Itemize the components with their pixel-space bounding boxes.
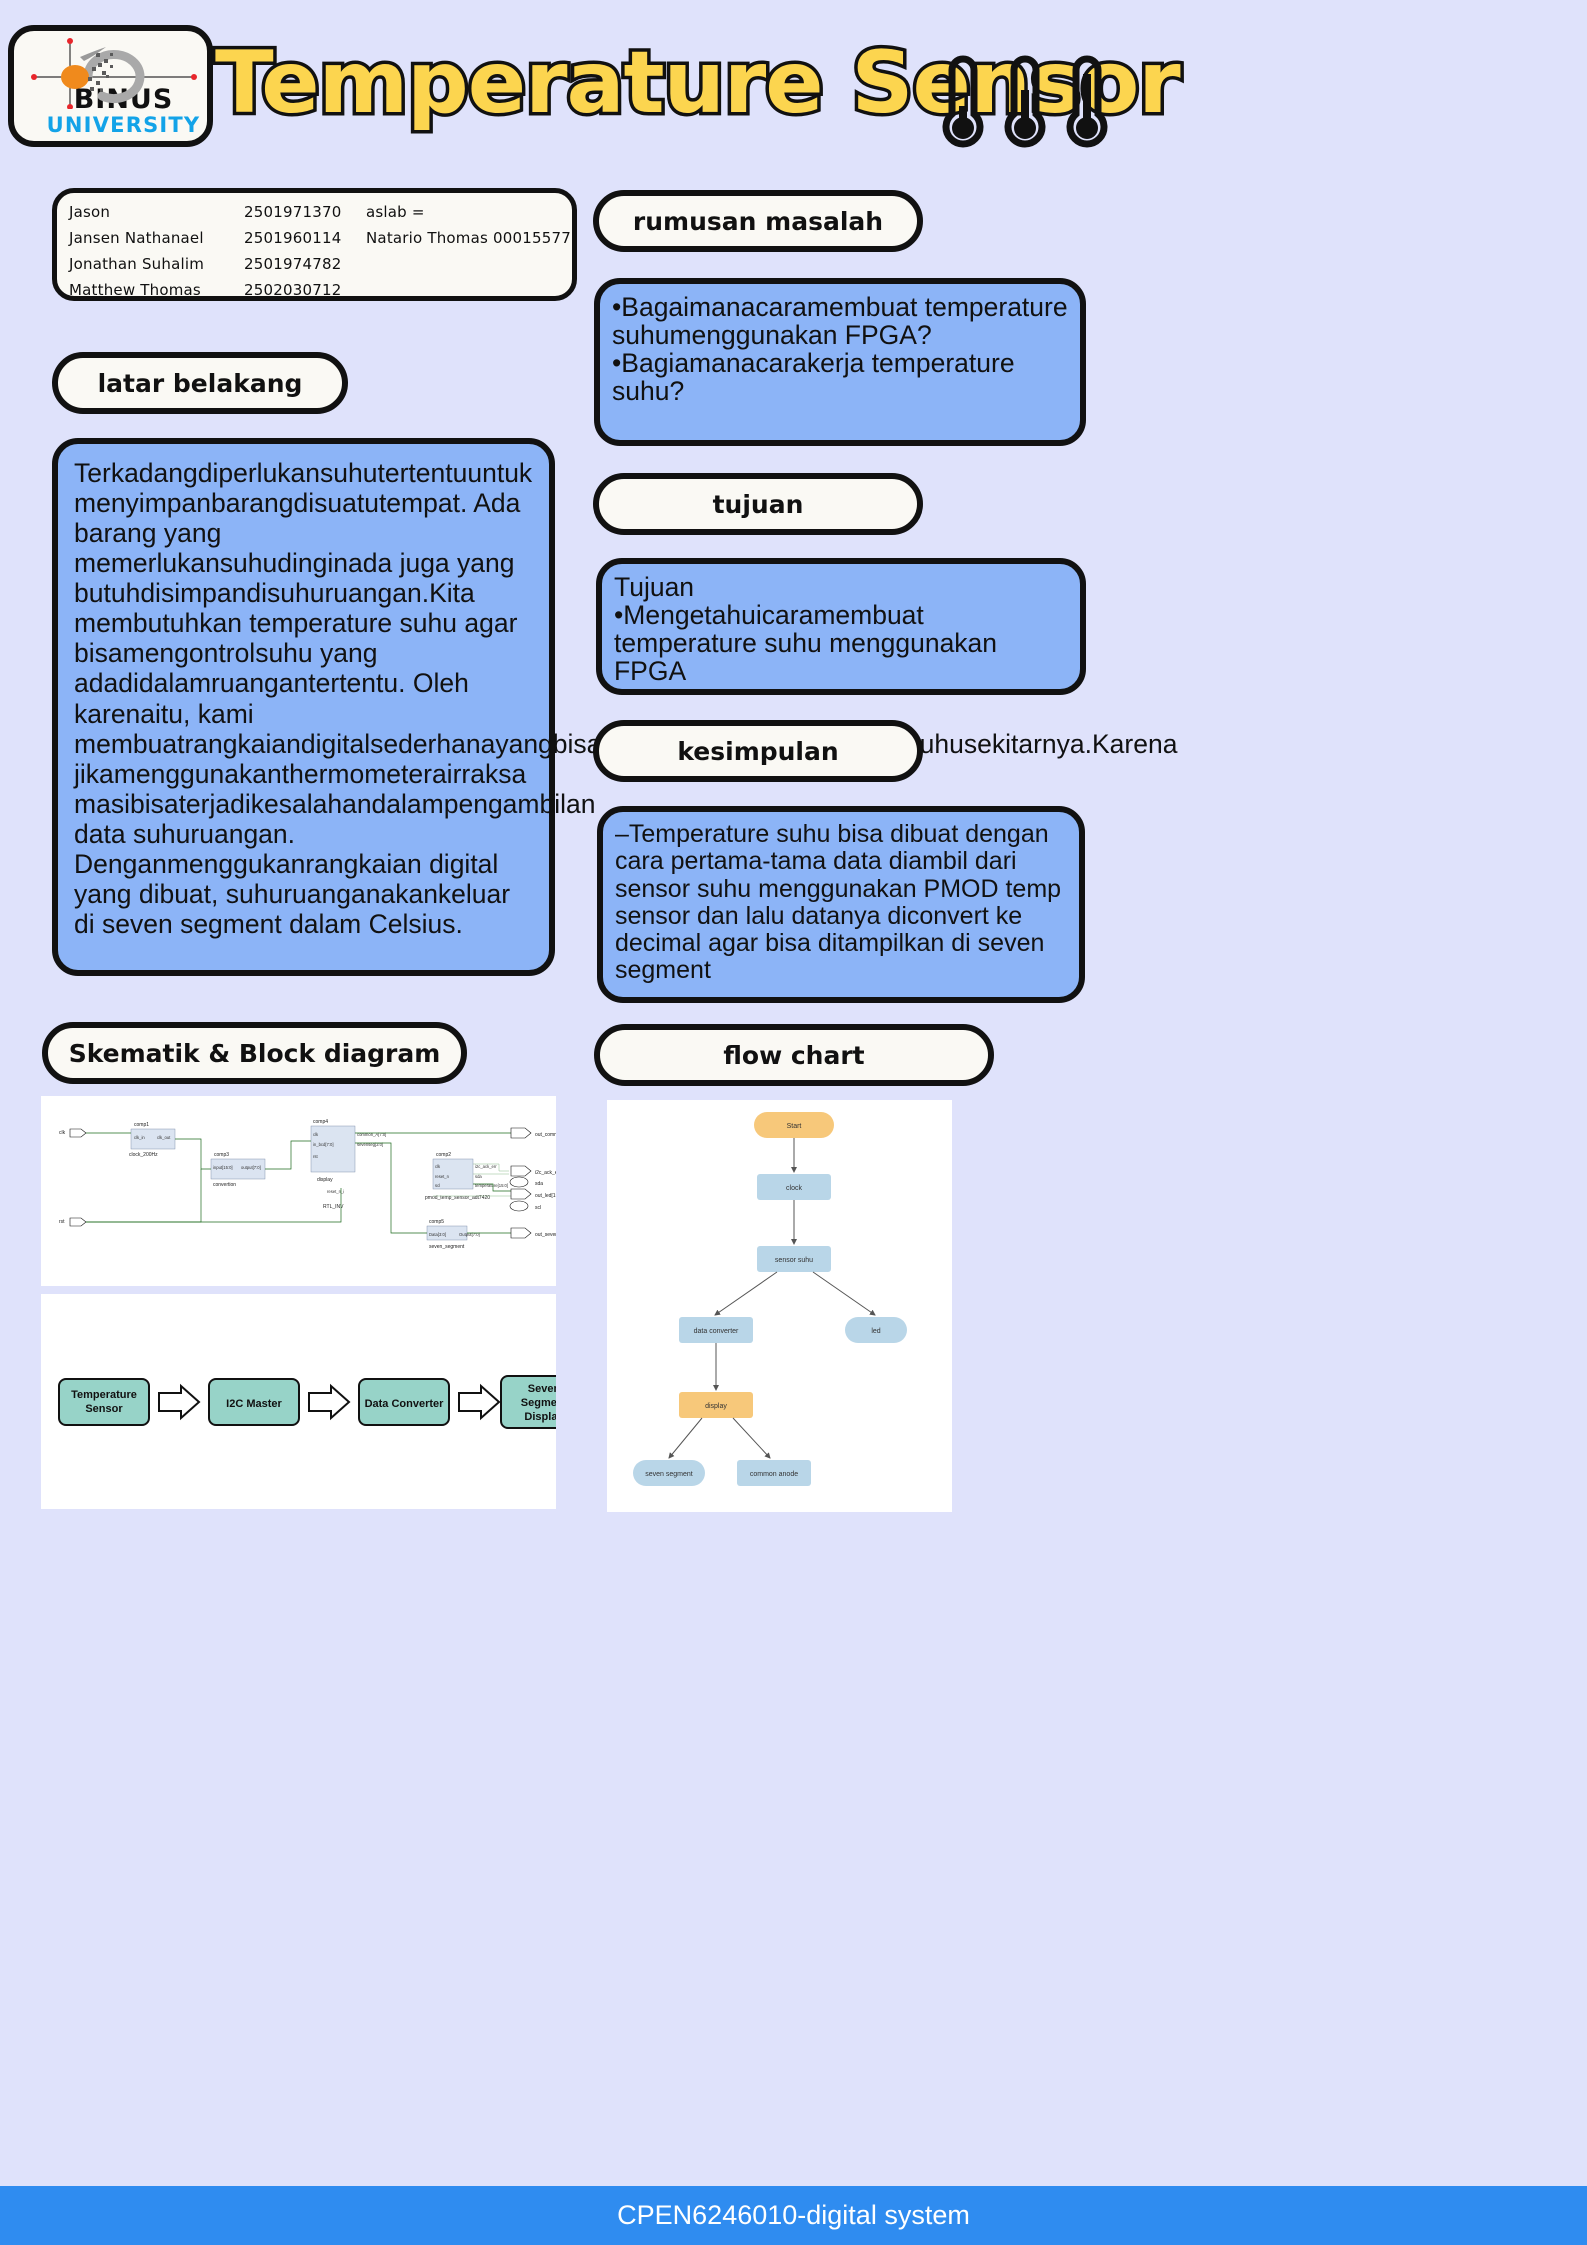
svg-text:clk: clk	[435, 1164, 441, 1169]
svg-text:convertion: convertion	[213, 1182, 236, 1188]
footer-text: CPEN6246010-digital system	[617, 2200, 970, 2230]
svg-text:Seven: Seven	[528, 1383, 556, 1395]
table-row: Matthew Thomas 2502030712	[69, 281, 572, 299]
svg-text:scl: scl	[535, 1205, 541, 1211]
section-heading-kesimpulan: kesimpulan	[593, 720, 923, 782]
thermometer-icon	[942, 55, 1108, 148]
svg-text:Segment: Segment	[521, 1397, 556, 1409]
svg-text:in_bcd[7:0]: in_bcd[7:0]	[313, 1142, 334, 1147]
svg-text:reset_n_i: reset_n_i	[327, 1189, 344, 1194]
svg-text:rst: rst	[59, 1219, 65, 1225]
svg-text:comp3: comp3	[214, 1152, 229, 1158]
svg-text:scl: scl	[435, 1183, 440, 1188]
svg-text:Temperature: Temperature	[71, 1389, 137, 1401]
section-heading-skematik: Skematik & Block diagram	[42, 1022, 467, 1084]
svg-text:data converter: data converter	[694, 1328, 739, 1335]
section-heading-rumusan-masalah: rumusan masalah	[593, 190, 923, 252]
table-row: Jason 2501971370 aslab =	[69, 203, 572, 229]
svg-text:clk_in: clk_in	[134, 1135, 145, 1140]
svg-text:Data[3:0]: Data[3:0]	[429, 1232, 446, 1237]
svg-text:sda: sda	[535, 1181, 543, 1187]
footer-bar: CPEN6246010-digital system	[0, 2186, 1587, 2245]
section-body-tujuan: Tujuan •Mengetahuicaramembuat temperatur…	[596, 558, 1086, 695]
poster-header: BINUS UNIVERSITY Temperature Sensor	[0, 0, 1587, 175]
svg-text:output[7:0]: output[7:0]	[241, 1165, 261, 1170]
member-name: Jansen Nathanael	[69, 229, 204, 247]
svg-text:clk: clk	[313, 1132, 319, 1137]
svg-text:clk_out: clk_out	[157, 1135, 171, 1140]
member-nim: 2502030712	[244, 281, 342, 299]
member-name: Jonathan Suhalim	[69, 255, 205, 273]
svg-text:display: display	[317, 1177, 333, 1183]
logo-sub-text: UNIVERSITY	[46, 112, 201, 137]
section-body-rumusan-masalah: •Bagaimanacaramembuat temperature suhume…	[594, 278, 1086, 446]
section-heading-latar-belakang: latar belakang	[52, 352, 348, 414]
svg-text:led: led	[871, 1328, 880, 1335]
table-row: Jansen Nathanael 2501960114 Natario Thom…	[69, 229, 572, 255]
svg-text:comp5: comp5	[429, 1219, 444, 1225]
svg-text:sensor suhu: sensor suhu	[775, 1257, 813, 1264]
member-name: Matthew Thomas	[69, 281, 201, 299]
svg-text:comp2: comp2	[436, 1152, 451, 1158]
member-nim: 2501971370	[244, 203, 342, 221]
svg-text:clock: clock	[786, 1185, 802, 1192]
member-extra: aslab =	[366, 203, 425, 221]
table-row: Jonathan Suhalim 2501974782	[69, 255, 572, 281]
section-heading-flow-chart: flow chart	[594, 1024, 994, 1086]
block-diagram: Temperature Sensor I2C Master Data Conve…	[41, 1294, 556, 1509]
member-nim: 2501960114	[244, 229, 342, 247]
svg-text:i2c_ack_err: i2c_ack_err	[535, 1170, 556, 1176]
svg-text:display: display	[705, 1403, 727, 1410]
svg-text:common anode: common anode	[750, 1471, 798, 1478]
svg-text:out_commonA[7:0]: out_commonA[7:0]	[535, 1132, 556, 1138]
member-extra: Natario Thomas 00015577	[366, 229, 571, 247]
binus-orbit-logo-icon	[31, 38, 197, 109]
svg-text:comp1: comp1	[134, 1122, 149, 1128]
section-body-kesimpulan: –Temperature suhu bisa dibuat dengan car…	[597, 806, 1085, 1003]
svg-text:seven segment: seven segment	[645, 1471, 693, 1478]
section-heading-tujuan: tujuan	[593, 473, 923, 535]
member-name: Jason	[69, 203, 111, 221]
svg-text:Data Converter: Data Converter	[365, 1398, 445, 1410]
svg-text:clk: clk	[59, 1130, 66, 1136]
svg-text:clock_200Hz: clock_200Hz	[129, 1152, 158, 1158]
svg-text:out_sevenseg[7:0]: out_sevenseg[7:0]	[535, 1232, 556, 1238]
member-nim: 2501974782	[244, 255, 342, 273]
schematic-diagram: clk rst comp1 clk_in clk_out clock_200Hz…	[41, 1096, 556, 1286]
svg-text:i2c_ack_err: i2c_ack_err	[475, 1164, 497, 1169]
svg-text:comp4: comp4	[313, 1119, 328, 1125]
svg-text:I2C Master: I2C Master	[226, 1398, 282, 1410]
svg-text:Sensor: Sensor	[85, 1403, 123, 1415]
svg-text:Display: Display	[524, 1411, 556, 1423]
svg-text:out_led[15:0]: out_led[15:0]	[535, 1193, 556, 1199]
svg-text:Start: Start	[787, 1123, 802, 1130]
svg-text:sda: sda	[475, 1174, 482, 1179]
binus-logo-card: BINUS UNIVERSITY	[8, 25, 213, 147]
flow-chart-diagram: Start clock sensor suhu data converter l…	[607, 1100, 952, 1512]
members-card: Jason 2501971370 aslab = Jansen Nathanae…	[52, 188, 577, 301]
svg-text:reset_n: reset_n	[435, 1174, 450, 1179]
section-body-latar-belakang: Terkadangdiperlukansuhutertentuuntuk men…	[52, 438, 1177, 976]
svg-text:input[15:0]: input[15:0]	[213, 1165, 233, 1170]
svg-text:seven_segment: seven_segment	[429, 1244, 465, 1250]
